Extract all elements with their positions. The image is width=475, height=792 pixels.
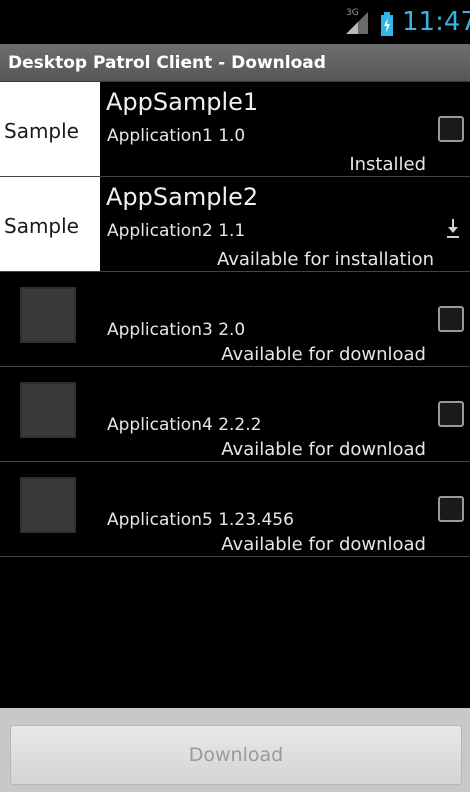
app-row-appsample2[interactable]: Sample AppSample2 Application2 1.1 Avail… (0, 177, 470, 272)
title-bar: Desktop Patrol Client - Download (0, 44, 470, 82)
network-type-label: 3G (346, 8, 359, 18)
app-row-appsample1[interactable]: Sample AppSample1 Application1 1.0 Insta… (0, 82, 470, 177)
app-name: AppSample2 (106, 183, 259, 211)
bottom-action-bar: Download (0, 708, 470, 792)
select-checkbox[interactable] (438, 306, 464, 332)
phone-screen: 3G 11:47 Desktop Patrol Client - Downloa… (0, 0, 470, 792)
app-placeholder-icon (20, 477, 76, 533)
thumbnail-text: Sample (4, 214, 79, 238)
battery-icon (381, 12, 393, 36)
status-bar: 3G 11:47 (0, 0, 470, 44)
app-thumbnail: Sample (0, 177, 100, 271)
app-status: Installed (349, 154, 426, 175)
select-checkbox[interactable] (438, 401, 464, 427)
app-status: Available for download (221, 344, 426, 365)
thumbnail-text: Sample (4, 119, 79, 143)
screen-edge (470, 0, 475, 792)
app-row-application3[interactable]: Application3 2.0 Available for download (0, 272, 470, 367)
status-clock: 11:47 (402, 7, 470, 37)
page-title: Desktop Patrol Client - Download (8, 53, 326, 73)
app-status: Available for download (221, 534, 426, 555)
app-version: Application3 2.0 (107, 320, 246, 340)
app-row-application5[interactable]: Application5 1.23.456 Available for down… (0, 462, 470, 557)
app-placeholder-icon (20, 287, 76, 343)
select-checkbox[interactable] (438, 116, 464, 142)
app-status: Available for download (221, 439, 426, 460)
app-thumbnail: Sample (0, 82, 100, 176)
app-status: Available for installation (216, 249, 434, 270)
app-version: Application2 1.1 (107, 221, 246, 241)
download-button[interactable]: Download (10, 725, 462, 785)
download-icon[interactable] (446, 217, 460, 239)
app-list: Sample AppSample1 Application1 1.0 Insta… (0, 82, 470, 557)
app-version: Application4 2.2.2 (107, 415, 262, 435)
app-row-application4[interactable]: Application4 2.2.2 Available for downloa… (0, 367, 470, 462)
app-name: AppSample1 (106, 88, 259, 116)
app-placeholder-icon (20, 382, 76, 438)
select-checkbox[interactable] (438, 496, 464, 522)
app-version: Application1 1.0 (107, 126, 246, 146)
app-version: Application5 1.23.456 (107, 510, 294, 530)
